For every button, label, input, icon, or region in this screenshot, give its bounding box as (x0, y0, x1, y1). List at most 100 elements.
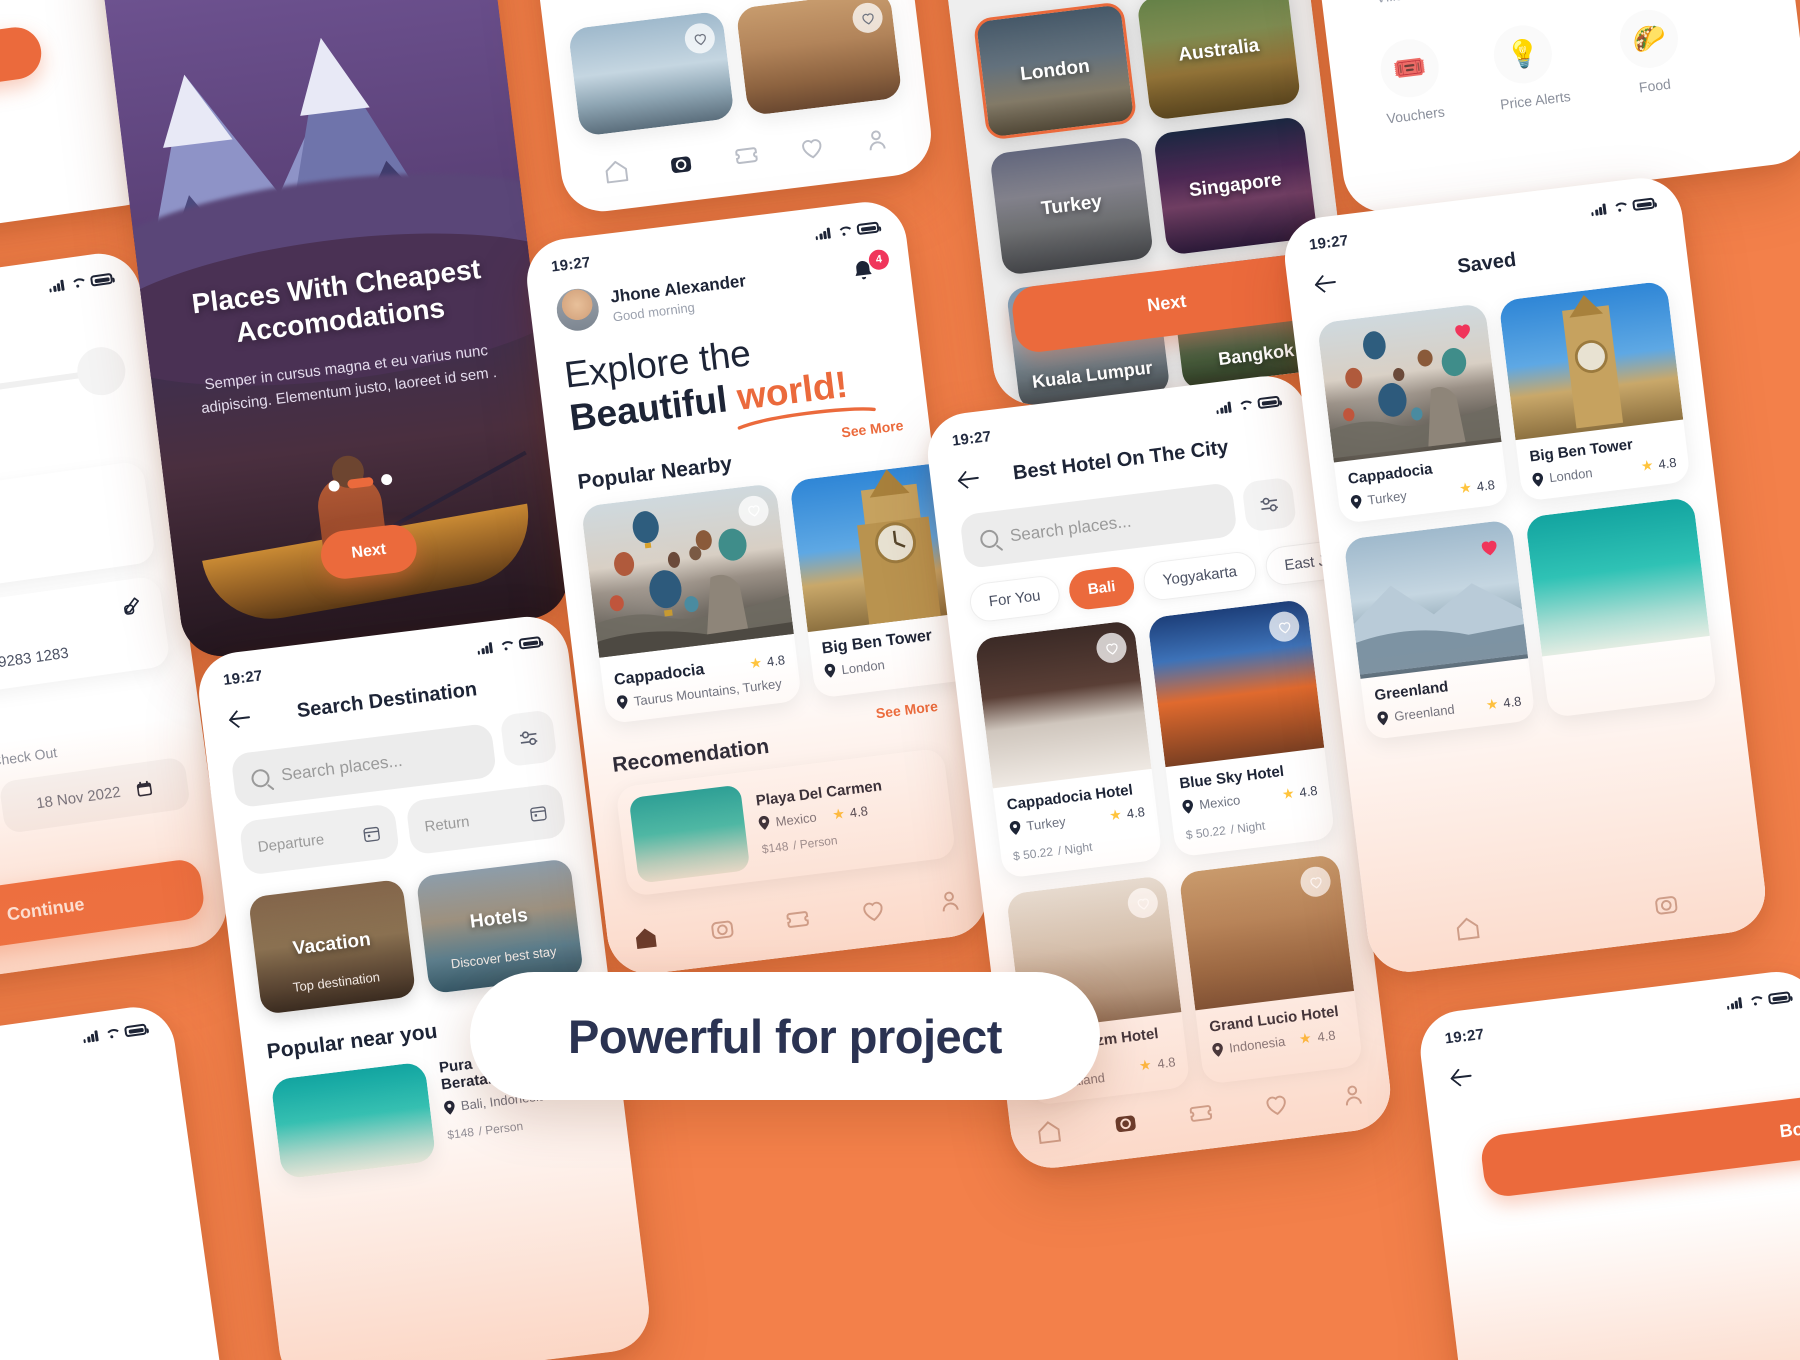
ticket-icon[interactable] (783, 905, 812, 934)
popular-near-card[interactable] (270, 1061, 437, 1180)
pager-dot-active[interactable] (346, 476, 374, 489)
see-more-recommendation[interactable]: See More (875, 698, 939, 721)
pin-icon (1377, 710, 1388, 725)
pager-dot[interactable] (380, 473, 393, 486)
home-icon[interactable] (1453, 914, 1482, 943)
saved-location: London (1548, 465, 1594, 486)
camera-icon[interactable] (667, 149, 696, 178)
saved-card[interactable] (735, 0, 903, 117)
detail-slider[interactable] (0, 344, 129, 415)
service-food[interactable]: 🌮 Food (1616, 6, 1685, 97)
search-icon (250, 768, 271, 789)
heart-icon[interactable] (1262, 1090, 1291, 1119)
checkout-date-field[interactable]: 18 Nov 2022 (0, 756, 191, 834)
favorite-button[interactable] (850, 1, 885, 35)
search-placeholder: Search places... (1008, 511, 1133, 546)
filter-button[interactable] (1241, 476, 1298, 533)
home-icon[interactable] (632, 924, 661, 953)
avatar[interactable] (554, 286, 602, 334)
popular-near-unit: / Person (477, 1118, 524, 1139)
service-vouchers[interactable]: 🎟️ Vouchers (1377, 35, 1446, 126)
saved-card[interactable]: Greenland Greenland ★ 4.8 (1343, 519, 1536, 741)
signal-icon (477, 642, 493, 655)
status-icons (815, 221, 880, 241)
notifications-button[interactable]: 4 (849, 248, 891, 293)
booking-button[interactable]: Booki... (1479, 1089, 1800, 1199)
my-booking-title: My Booking (0, 1076, 155, 1146)
back-button[interactable] (227, 704, 256, 733)
favorite-button[interactable] (1298, 865, 1333, 899)
pager-dot[interactable] (327, 479, 341, 493)
pin-icon (824, 664, 836, 679)
user-icon[interactable] (935, 886, 964, 915)
saved-card[interactable] (1525, 496, 1718, 719)
see-more-popular[interactable]: See More (840, 417, 904, 440)
status-time: 19:27 (1443, 1025, 1486, 1048)
recommendation-price: $148 (761, 839, 790, 857)
return-placeholder: Return (423, 812, 471, 836)
star-icon: ★ (1297, 1029, 1313, 1047)
battery-icon (1257, 395, 1281, 410)
favorite-button[interactable] (1267, 609, 1301, 644)
status-icons (1726, 991, 1792, 1010)
category-card-vacation[interactable]: Vacation Top destination (247, 878, 417, 1015)
heart-icon (1309, 876, 1322, 889)
favorite-button[interactable] (683, 21, 717, 56)
detail-hotel-price-row: $ 50.22 / Night (0, 527, 136, 587)
sliders-icon (1260, 497, 1278, 512)
top-left-cta[interactable] (0, 23, 45, 111)
saved-card[interactable]: Big Ben Tower London ★ 4.8 (1498, 280, 1691, 502)
detail-contact-card: ...om (+64) 819283 1283 (0, 575, 171, 710)
destination-next-label: Next (1146, 290, 1188, 315)
search-placeholder: Search places... (280, 750, 404, 785)
service-label: Price Alerts (1499, 87, 1572, 113)
back-button[interactable] (1312, 268, 1341, 297)
powerful-banner: Powerful for project (470, 972, 1100, 1100)
battery-icon (89, 272, 114, 287)
destination-tile-turkey[interactable]: Turkey (989, 136, 1155, 276)
filter-button[interactable] (499, 709, 558, 768)
battery-icon (518, 636, 542, 650)
hotel-rating: 4.8 (1316, 1027, 1337, 1045)
edit-icon[interactable] (121, 592, 146, 617)
status-time: 19:27 (222, 667, 264, 689)
favorite-button[interactable] (1126, 886, 1160, 920)
home-icon[interactable] (602, 157, 631, 186)
favorite-button[interactable] (1094, 631, 1129, 665)
destination-tile-australia[interactable]: Australia (1136, 0, 1302, 121)
popular-card[interactable]: Cappadocia ★ 4.8 Taurus Mountains, Turke… (580, 482, 803, 725)
camera-icon[interactable] (1111, 1108, 1140, 1137)
saved-card[interactable] (567, 10, 735, 137)
checkout-date: 18 Nov 2022 (35, 783, 122, 812)
my-booking-tab[interactable]: History (0, 1136, 162, 1195)
star-icon: ★ (831, 804, 846, 823)
departure-placeholder: Departure (256, 830, 326, 856)
service-price-alerts[interactable]: 💡 Price Alerts (1490, 20, 1572, 113)
heart-icon[interactable] (797, 133, 826, 162)
back-button[interactable] (955, 464, 984, 493)
signal-icon (1590, 203, 1607, 217)
camera-icon[interactable] (707, 914, 736, 943)
saved-card[interactable]: Cappadocia Turkey ★ 4.8 (1316, 302, 1510, 524)
popular-card-location: London (840, 656, 886, 678)
hotel-card[interactable]: Blue Sky Hotel Mexico ★ 4.8 $ 50.22 / Ni… (1147, 598, 1336, 858)
user-icon[interactable] (1338, 1080, 1367, 1109)
ticket-icon[interactable] (1186, 1099, 1215, 1128)
ticket-icon[interactable] (732, 141, 761, 170)
hotel-card[interactable]: Cappadocia Hotel Turkey ★ 4.8 $ 50.22 / … (974, 620, 1163, 879)
wifi-icon (1612, 202, 1626, 214)
hotel-unit: / Night (1057, 839, 1094, 858)
heart-icon (1137, 898, 1149, 910)
camera-icon[interactable] (1652, 890, 1681, 919)
home-icon[interactable] (1035, 1118, 1064, 1147)
back-button[interactable] (1448, 1062, 1477, 1091)
wifi-icon (70, 277, 84, 289)
continue-button[interactable]: Continue (0, 857, 207, 961)
star-icon: ★ (1458, 478, 1473, 497)
pin-icon (444, 1100, 455, 1115)
hotel-location: Mexico (1198, 792, 1242, 813)
destination-tile-london[interactable]: London (972, 1, 1138, 141)
user-icon[interactable] (862, 125, 891, 154)
hotel-card[interactable]: Grand Lucio Hotel Indonesia ★ 4.8 (1178, 853, 1364, 1085)
heart-icon[interactable] (859, 896, 888, 925)
